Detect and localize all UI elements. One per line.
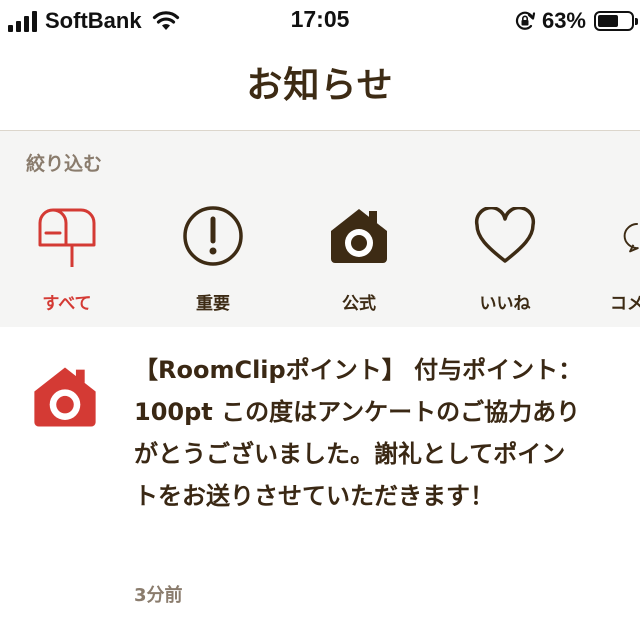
notification-item[interactable]: 【RoomClipポイント】 付与ポイント：100pt この度はアンケートのご協… bbox=[0, 327, 640, 640]
filter-item-label: 公式 bbox=[342, 294, 376, 314]
filter-item-label: すべて bbox=[42, 294, 92, 314]
heart-icon bbox=[450, 201, 560, 271]
orientation-lock-icon bbox=[515, 11, 536, 30]
filter-section: 絞り込む すべて 重要 公式 いいね コメ bbox=[0, 130, 640, 328]
notification-time: 3分前 bbox=[134, 585, 183, 606]
filter-item-all[interactable]: すべて bbox=[12, 201, 122, 314]
battery-level bbox=[598, 15, 618, 27]
filter-item-label: いいね bbox=[479, 294, 531, 314]
speech-bubble-icon bbox=[584, 201, 640, 271]
mailbox-icon bbox=[12, 201, 122, 271]
filter-item-comment[interactable]: コメ bbox=[584, 201, 640, 314]
battery-percent: 63% bbox=[541, 8, 586, 33]
page-title: お知らせ bbox=[246, 65, 394, 106]
status-right: 63% bbox=[514, 7, 638, 35]
roomclip-house-camera-icon bbox=[30, 365, 100, 433]
filter-item-label: 重要 bbox=[196, 294, 230, 314]
notification-text: 【RoomClipポイント】 付与ポイント：100pt この度はアンケートのご協… bbox=[134, 356, 583, 510]
battery-icon bbox=[594, 11, 638, 31]
filter-item-official[interactable]: 公式 bbox=[304, 201, 414, 314]
filter-label: 絞り込む bbox=[26, 153, 103, 175]
filter-item-important[interactable]: 重要 bbox=[158, 201, 268, 314]
filter-item-label: コメ bbox=[610, 294, 640, 314]
filter-item-like[interactable]: いいね bbox=[450, 201, 560, 314]
status-bar: SoftBank 17:05 63% bbox=[0, 0, 640, 44]
roomclip-house-camera-icon bbox=[304, 201, 414, 271]
exclamation-circle-icon bbox=[158, 201, 268, 271]
